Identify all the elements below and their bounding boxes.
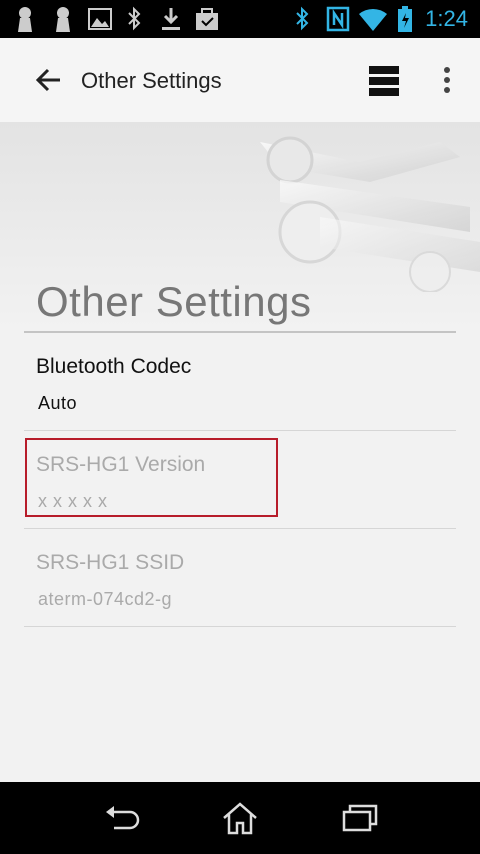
setting-title: Bluetooth Codec	[36, 355, 192, 378]
app-title: Other Settings	[81, 68, 222, 93]
divider	[24, 626, 456, 627]
home-icon[interactable]	[220, 800, 260, 836]
layers-icon[interactable]	[366, 64, 402, 98]
image-icon	[88, 8, 112, 30]
setting-value: Auto	[38, 393, 78, 413]
bluetooth-icon	[128, 6, 141, 31]
back-icon[interactable]	[100, 800, 140, 836]
wifi-icon	[359, 8, 387, 32]
battery-icon	[398, 6, 412, 32]
bluetooth-icon	[296, 6, 309, 31]
arrow-back-icon[interactable]	[30, 62, 66, 98]
highlight-annotation	[25, 438, 278, 517]
page-heading: Other Settings	[36, 278, 312, 325]
nfc-icon	[326, 6, 350, 32]
download-icon	[162, 8, 180, 30]
lock-icon	[18, 7, 32, 32]
setting-title: SRS-HG1 SSID	[36, 551, 185, 574]
content-area: Other Settings Bluetooth Codec Auto SRS-…	[0, 122, 480, 782]
setting-value: aterm-074cd2-g	[38, 589, 173, 609]
navigation-bar	[0, 782, 480, 854]
setting-bluetooth-codec[interactable]: Bluetooth Codec Auto	[24, 333, 456, 431]
wrench-icon	[260, 136, 480, 292]
more-vert-icon[interactable]	[432, 62, 462, 98]
recents-icon[interactable]	[340, 800, 380, 836]
hero-banner: Other Settings	[0, 122, 480, 332]
setting-srs-hg1-ssid: SRS-HG1 SSID aterm-074cd2-g	[24, 529, 456, 627]
status-bar: 1:24	[0, 0, 480, 38]
lock-icon	[56, 7, 70, 32]
status-time: 1:24	[425, 6, 468, 31]
app-bar: Other Settings	[0, 38, 480, 122]
briefcase-icon	[196, 8, 218, 30]
